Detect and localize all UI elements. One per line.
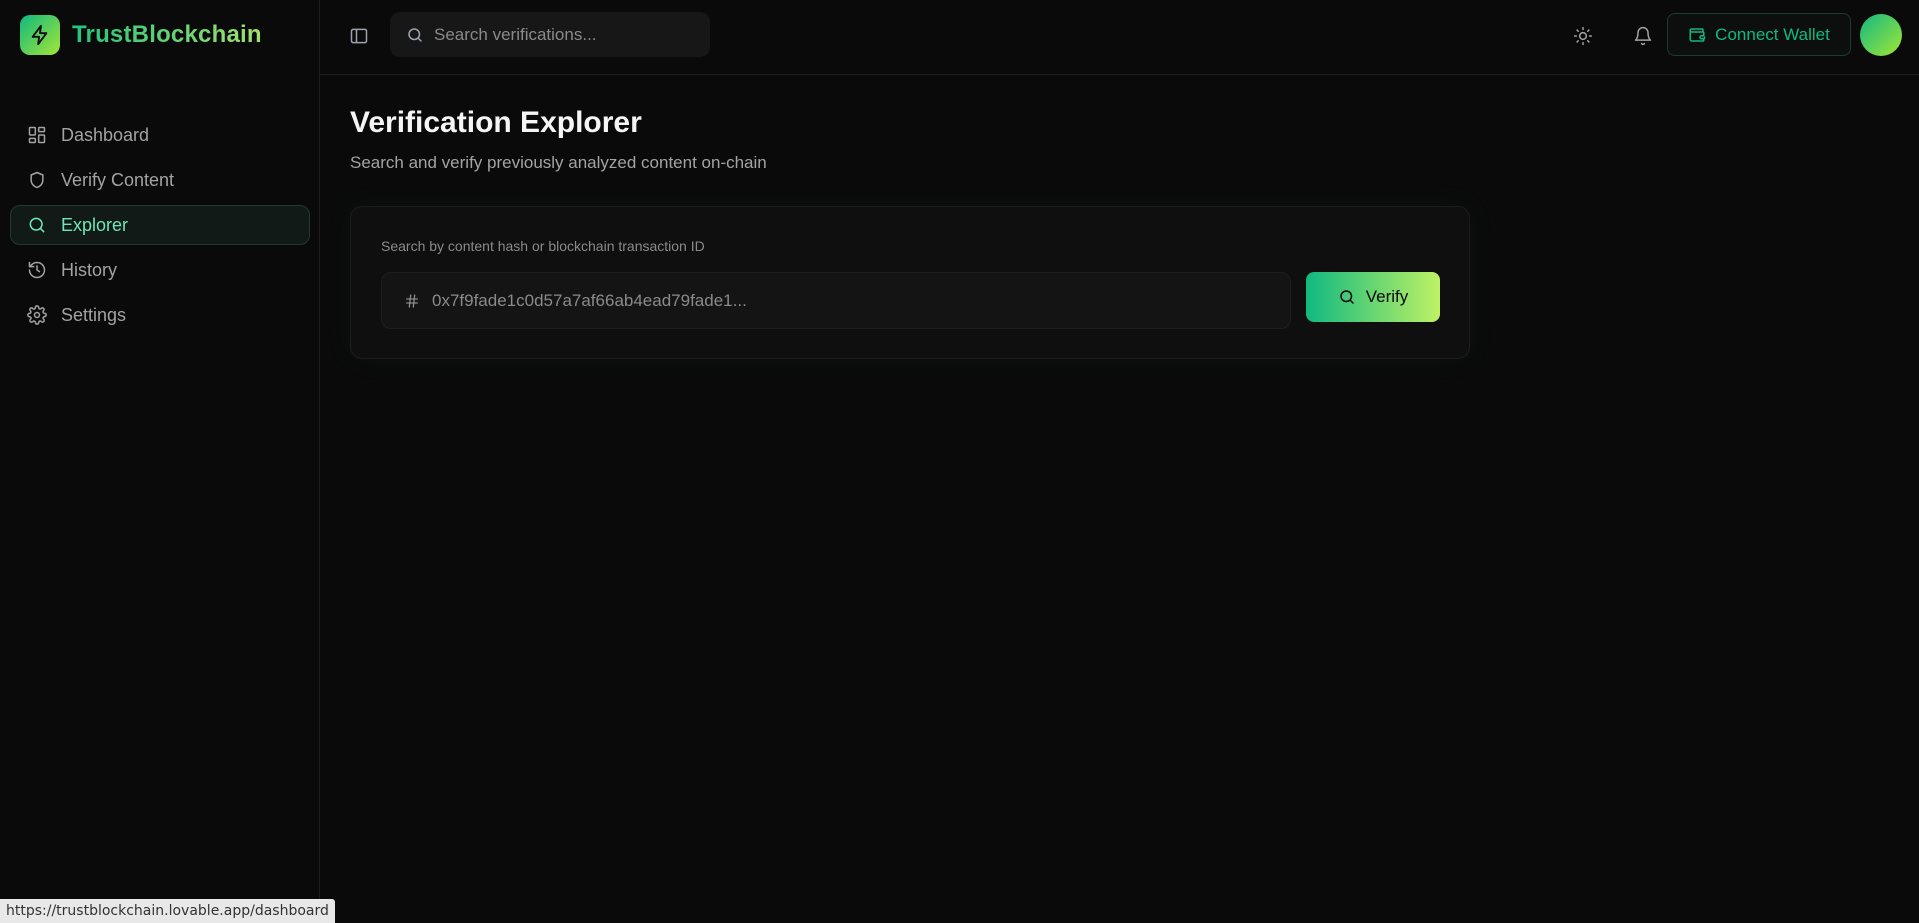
avatar[interactable] (1860, 14, 1902, 56)
search-icon (406, 26, 424, 44)
sun-icon (1573, 26, 1593, 46)
verify-button[interactable]: Verify (1306, 272, 1440, 322)
status-bar-url: https://trustblockchain.lovable.app/dash… (0, 899, 335, 923)
sidebar-item-verify-content[interactable]: Verify Content (10, 160, 310, 200)
sidebar-item-settings[interactable]: Settings (10, 295, 310, 335)
page-subtitle: Search and verify previously analyzed co… (350, 153, 767, 172)
wallet-icon (1688, 26, 1706, 44)
brand-name: TrustBlockchain (72, 21, 262, 48)
sidebar-item-dashboard[interactable]: Dashboard (10, 115, 310, 155)
sidebar-item-explorer[interactable]: Explorer (10, 205, 310, 245)
connect-wallet-button[interactable]: Connect Wallet (1667, 13, 1851, 56)
hash-icon (404, 293, 420, 309)
page-title: Verification Explorer (350, 106, 642, 139)
theme-toggle-button[interactable] (1567, 20, 1599, 52)
brand[interactable]: TrustBlockchain (20, 15, 262, 55)
hash-input[interactable] (432, 290, 1272, 311)
sidebar-panel-icon (349, 26, 369, 46)
sidebar-item-label: Dashboard (61, 124, 150, 145)
connect-wallet-label: Connect Wallet (1715, 24, 1830, 44)
sidebar-nav: Dashboard Verify Content Explorer Histor… (10, 115, 310, 340)
lightning-bolt-icon (20, 15, 60, 55)
bell-icon (1633, 26, 1653, 46)
search-icon (27, 215, 47, 235)
shield-icon (27, 170, 47, 190)
sidebar-item-history[interactable]: History (10, 250, 310, 290)
search-icon (1338, 288, 1356, 306)
search-field-label: Search by content hash or blockchain tra… (381, 238, 705, 254)
verification-search-card: Search by content hash or blockchain tra… (350, 206, 1470, 359)
topbar: Connect Wallet (320, 0, 1919, 75)
sidebar-item-label: History (61, 259, 118, 280)
top-search (390, 12, 710, 57)
sidebar-toggle-button[interactable] (345, 22, 373, 50)
notifications-button[interactable] (1627, 20, 1659, 52)
sidebar-item-label: Settings (61, 304, 127, 325)
history-icon (27, 260, 47, 280)
hash-field (381, 272, 1291, 329)
sidebar: TrustBlockchain Dashboard Verify Content… (0, 0, 320, 923)
sidebar-item-label: Verify Content (61, 169, 175, 190)
search-input[interactable] (434, 24, 694, 45)
sidebar-item-label: Explorer (61, 214, 129, 235)
gear-icon (27, 305, 47, 325)
verify-label: Verify (1365, 287, 1409, 306)
dashboard-grid-icon (27, 125, 47, 145)
